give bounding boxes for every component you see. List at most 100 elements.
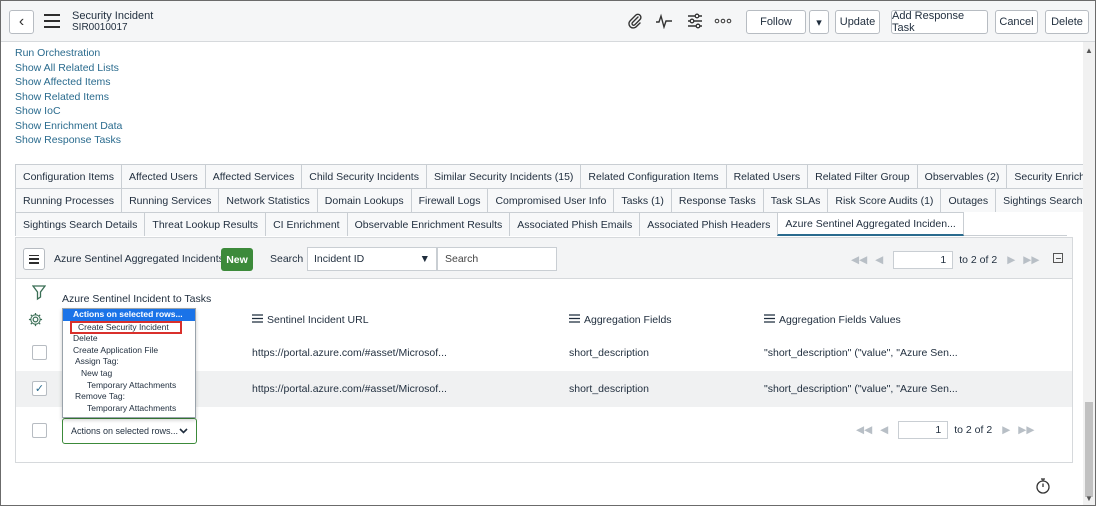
prev-page-icon[interactable]: ◀ — [880, 424, 888, 436]
record-title: Security Incident SIR0010017 — [72, 10, 153, 34]
tab-item[interactable]: Affected Users — [121, 164, 206, 188]
column-header-aggregation-values[interactable]: Aggregation Fields Values — [764, 314, 901, 326]
hamburger-icon — [29, 254, 39, 264]
scroll-thumb[interactable] — [1085, 402, 1093, 497]
column-menu-icon — [764, 314, 775, 323]
filter-icon[interactable] — [31, 285, 47, 304]
tab-item[interactable]: Threat Lookup Results — [144, 212, 267, 236]
related-link[interactable]: Show All Related Lists — [15, 61, 122, 76]
column-header-aggregation-fields[interactable]: Aggregation Fields — [569, 314, 672, 326]
delete-button[interactable]: Delete — [1045, 10, 1089, 34]
tab-item[interactable]: Observable Enrichment Results — [346, 212, 511, 236]
bottom-pager: ◀◀ ◀ 1 to 2 of 2 ▶ ▶▶ — [856, 421, 1034, 439]
tab-item[interactable]: Associated Phish Headers — [639, 212, 779, 236]
page-input[interactable]: 1 — [898, 421, 949, 439]
related-link[interactable]: Show Response Tasks — [15, 133, 122, 148]
collapse-icon[interactable] — [1053, 253, 1063, 263]
tab-row: Configuration Items Affected Users Affecte… — [15, 164, 1095, 188]
tab-item[interactable]: Related Users — [725, 164, 809, 188]
row-checkbox[interactable] — [32, 345, 47, 360]
cancel-button[interactable]: Cancel — [995, 10, 1038, 34]
back-button[interactable]: ‹ — [9, 10, 34, 34]
scrollbar[interactable]: ▲ ▼ — [1083, 42, 1095, 505]
related-link[interactable]: Show Related Items — [15, 90, 122, 105]
activity-icon[interactable] — [655, 13, 673, 33]
first-page-icon[interactable]: ◀◀ — [856, 424, 872, 436]
tab-item[interactable]: Azure Sentinel Aggregated Inciden... — [777, 212, 964, 236]
page-range: to 2 of 2 — [954, 424, 993, 436]
related-link[interactable]: Run Orchestration — [15, 46, 122, 61]
tab-item[interactable]: Domain Lookups — [316, 188, 412, 212]
actions-menu-item[interactable]: Delete — [63, 333, 195, 345]
cell-url[interactable]: https://portal.azure.com/#asset/Microsof… — [252, 347, 447, 359]
tab-item[interactable]: Compromised User Info — [487, 188, 615, 212]
first-page-icon[interactable]: ◀◀ — [851, 254, 867, 266]
tab-item[interactable]: Running Processes — [15, 188, 123, 212]
tab-item[interactable]: Response Tasks — [670, 188, 764, 212]
record-type: Security Incident — [72, 10, 154, 22]
form-header: ‹ Security Incident SIR0010017 Follow ▾ … — [1, 1, 1095, 42]
new-button[interactable]: New — [221, 248, 253, 271]
timer-icon[interactable] — [1035, 477, 1051, 499]
tab-item[interactable]: Outages — [940, 188, 997, 212]
tab-item[interactable]: Running Services — [121, 188, 220, 212]
related-link[interactable]: Show IoC — [15, 104, 122, 119]
tab-item[interactable]: Tasks (1) — [613, 188, 672, 212]
follow-button[interactable]: Follow — [746, 10, 806, 34]
last-page-icon[interactable]: ▶▶ — [1023, 254, 1039, 266]
tab-row: Sightings Search Details Threat Lookup Re… — [15, 212, 1067, 236]
search-input[interactable]: Search — [437, 247, 557, 271]
row-checkbox[interactable]: ✓ — [32, 381, 47, 396]
related-link[interactable]: Show Enrichment Data — [15, 119, 122, 134]
menu-icon[interactable] — [44, 14, 60, 28]
scroll-up-icon[interactable]: ▲ — [1085, 46, 1093, 55]
tab-item[interactable]: Related Configuration Items — [580, 164, 727, 188]
tab-item[interactable]: Task SLAs — [762, 188, 829, 212]
page-input[interactable]: 1 — [893, 251, 954, 269]
related-link[interactable]: Show Affected Items — [15, 75, 122, 90]
tab-item[interactable]: Similar Security Incidents (15) — [425, 164, 582, 188]
tab-item[interactable]: Related Filter Group — [807, 164, 918, 188]
sliders-icon[interactable] — [687, 13, 703, 33]
more-icon[interactable] — [714, 14, 732, 32]
search-label: Search — [270, 253, 304, 265]
actions-menu-item[interactable]: Create Security Incident — [70, 320, 182, 335]
tab-item[interactable]: Affected Services — [204, 164, 303, 188]
tab-item[interactable]: CI Enrichment — [265, 212, 348, 236]
tab-item[interactable]: Child Security Incidents — [301, 164, 427, 188]
select-all-checkbox[interactable] — [32, 423, 47, 438]
tab-item[interactable]: Risk Score Audits (1) — [827, 188, 942, 212]
actions-select[interactable]: Actions on selected rows... — [62, 418, 197, 444]
update-button[interactable]: Update — [835, 10, 880, 34]
tab-item[interactable]: Sightings Search Details — [15, 212, 146, 236]
actions-menu-item[interactable]: Temporary Attachments — [63, 403, 195, 415]
filter-breadcrumb[interactable]: Azure Sentinel Incident to Tasks — [62, 293, 211, 305]
last-page-icon[interactable]: ▶▶ — [1018, 424, 1034, 436]
tab-item[interactable]: Network Statistics — [218, 188, 318, 212]
actions-menu-item[interactable]: Create Application File — [63, 345, 195, 357]
paperclip-icon[interactable] — [627, 13, 643, 33]
actions-menu-item[interactable]: Temporary Attachments — [63, 380, 195, 392]
column-header-url[interactable]: Sentinel Incident URL — [252, 314, 369, 326]
tab-item[interactable]: Firewall Logs — [410, 188, 489, 212]
cell-url[interactable]: https://portal.azure.com/#asset/Microsof… — [252, 383, 447, 395]
list-menu-button[interactable] — [23, 248, 45, 270]
tab-item[interactable]: Configuration Items — [15, 164, 123, 188]
column-label: Sentinel Incident URL — [267, 314, 369, 326]
follow-dropdown-button[interactable]: ▾ — [809, 10, 829, 34]
tab-item[interactable]: Observables (2) — [916, 164, 1008, 188]
gear-icon[interactable] — [28, 312, 43, 330]
page-range: to 2 of 2 — [959, 254, 998, 266]
add-response-task-button[interactable]: Add Response Task — [891, 10, 988, 34]
tab-item[interactable]: Associated Phish Emails — [509, 212, 641, 236]
actions-menu-item[interactable]: New tag — [63, 368, 195, 380]
prev-page-icon[interactable]: ◀ — [875, 254, 883, 266]
tab-item[interactable]: Sightings Search Results — [995, 188, 1095, 212]
back-icon: ‹ — [18, 13, 25, 30]
next-page-icon[interactable]: ▶ — [1007, 254, 1015, 266]
next-page-icon[interactable]: ▶ — [1002, 424, 1010, 436]
actions-menu-item[interactable]: Actions on selected rows... — [63, 309, 195, 321]
scroll-down-icon[interactable]: ▼ — [1085, 494, 1093, 503]
column-menu-icon — [252, 314, 263, 323]
search-field-select[interactable]: Incident ID ▼ — [307, 247, 437, 271]
